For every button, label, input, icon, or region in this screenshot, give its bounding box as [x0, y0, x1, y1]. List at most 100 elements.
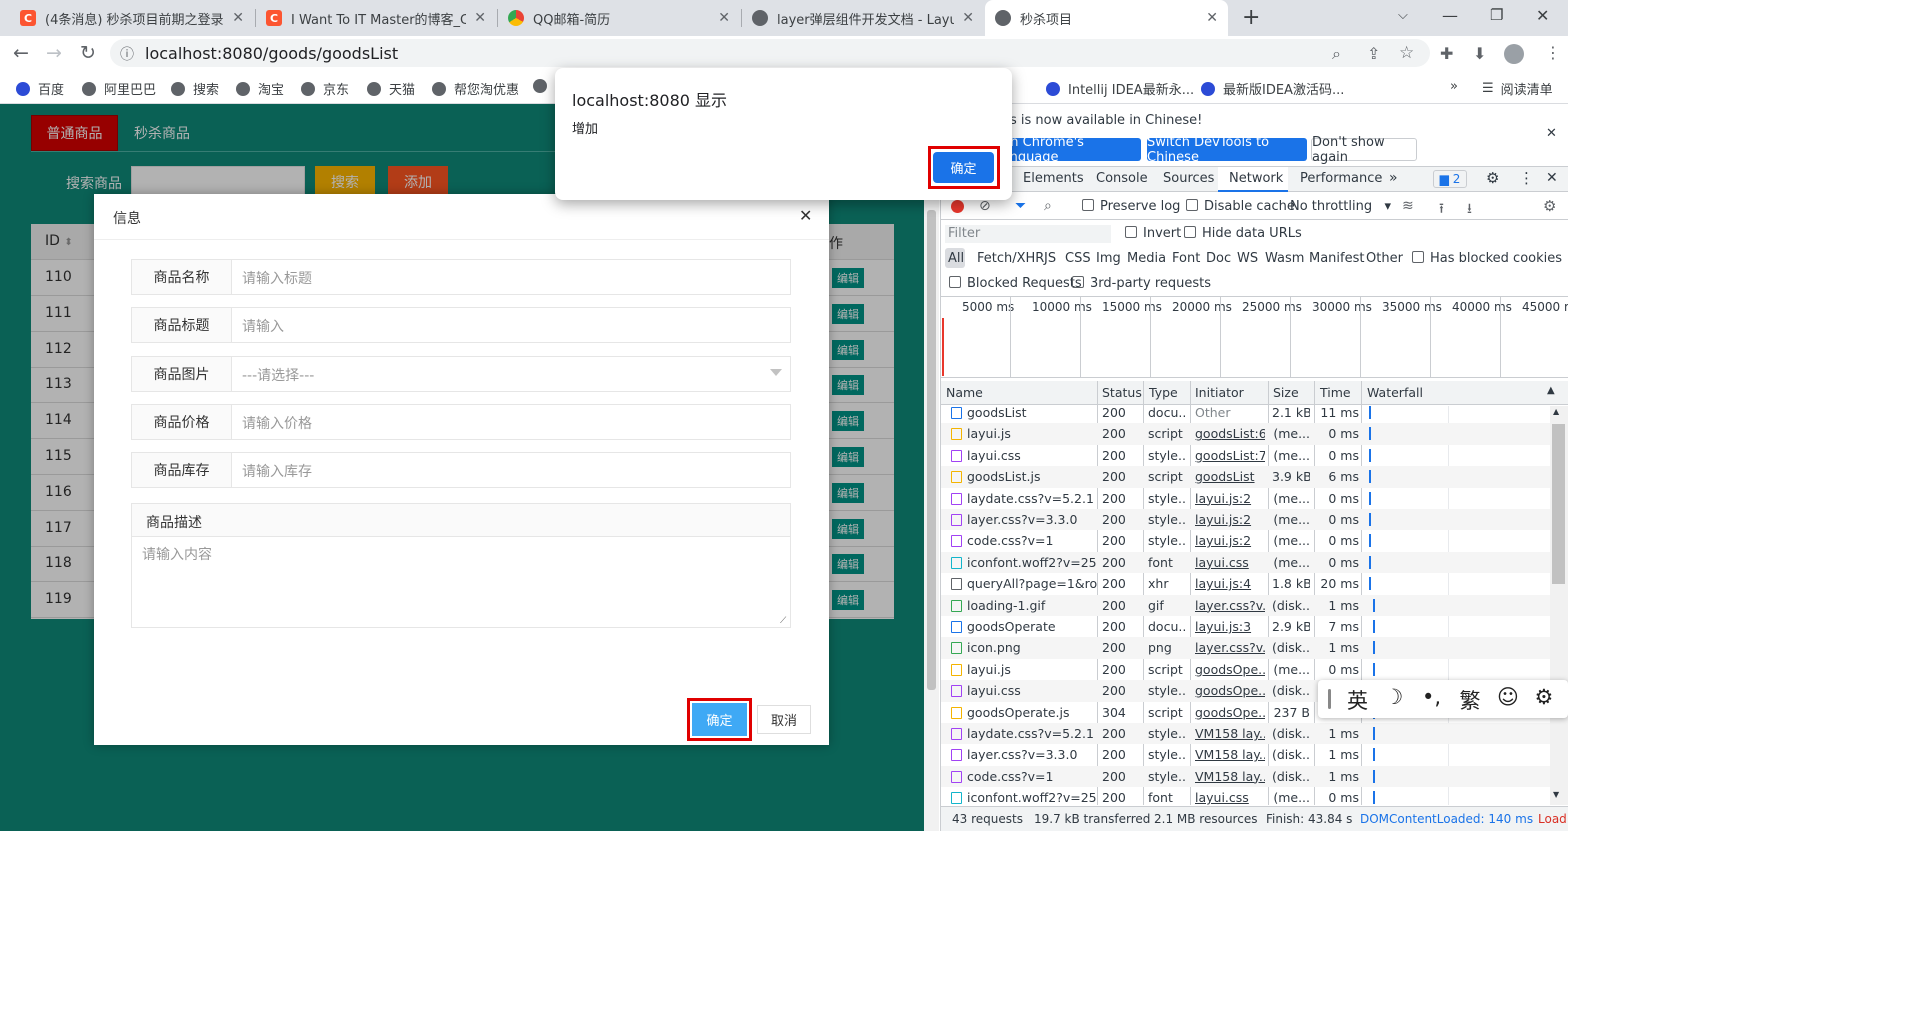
- issues-badge[interactable]: ▆ 2: [1433, 170, 1467, 188]
- menu-icon[interactable]: ⋮: [1545, 43, 1561, 62]
- type-filter-fetchxhr[interactable]: Fetch/XHR: [977, 251, 1044, 266]
- request-row[interactable]: loading-1.gif 200 gif layer.css?v... (disk..…: [941, 594, 1568, 616]
- request-row[interactable]: code.css?v=1 200 style... layui.js:2 (me... 0…: [941, 530, 1568, 551]
- record-icon[interactable]: [951, 200, 964, 213]
- request-row[interactable]: laydate.css?v=5.2.1 200 style... VM158 lay.…: [941, 723, 1568, 745]
- page-scrollbar-thumb[interactable]: [927, 210, 936, 690]
- scroll-up-icon[interactable]: ▲: [1553, 407, 1559, 416]
- bookmark-item[interactable]: 搜索: [171, 79, 219, 98]
- goods-stock-input[interactable]: 请输入库存: [242, 461, 312, 481]
- bookmark-star-icon[interactable]: ☆: [1399, 43, 1414, 63]
- request-initiator[interactable]: Other: [1195, 405, 1265, 420]
- ime-moon-icon[interactable]: ☽: [1385, 685, 1404, 709]
- panel-tab-performance[interactable]: Performance: [1300, 171, 1382, 186]
- request-initiator[interactable]: goodsOpe...: [1195, 683, 1265, 698]
- disable-cache-checkbox[interactable]: Disable cache: [1186, 199, 1295, 214]
- bookmark-item[interactable]: 帮您淘优惠: [432, 79, 519, 98]
- devtools-close-icon[interactable]: ✕: [1546, 170, 1558, 186]
- sort-up-icon[interactable]: ▲: [1547, 385, 1555, 396]
- ime-lang-icon[interactable]: 英: [1347, 685, 1368, 715]
- maximize-icon[interactable]: ❐: [1490, 6, 1503, 24]
- desc-textarea[interactable]: 请输入内容: [142, 544, 212, 564]
- bookmark-item[interactable]: Intellij IDEA最新永...: [1046, 79, 1194, 98]
- throttling-select[interactable]: No throttling ▾: [1290, 199, 1391, 214]
- filter-icon[interactable]: ⏷: [1015, 198, 1026, 214]
- request-initiator[interactable]: goodsOpe...: [1195, 662, 1265, 677]
- devtools-ext-icon[interactable]: ⬇: [1473, 44, 1486, 63]
- request-row[interactable]: queryAll?page=1&ro... 200 xhr layui.js:4 1.8…: [941, 573, 1568, 594]
- close-icon[interactable]: ✕: [474, 10, 486, 26]
- panel-tab-more[interactable]: »: [1389, 170, 1398, 186]
- request-row[interactable]: layer.css?v=3.3.0 200 style... VM158 lay...…: [941, 744, 1568, 765]
- request-row[interactable]: iconfont.woff2?v=256 200 font layui.css (me.…: [941, 551, 1568, 574]
- caret-down-icon[interactable]: [770, 369, 782, 376]
- request-initiator[interactable]: goodsOpe...: [1195, 705, 1265, 720]
- switch-language-button[interactable]: tch Chrome's language: [998, 135, 1141, 165]
- type-filter-other[interactable]: Other: [1366, 251, 1403, 266]
- network-scrollbar-thumb[interactable]: [1552, 424, 1565, 584]
- infobar-close-icon[interactable]: ✕: [1546, 126, 1557, 141]
- switch-devtools-button[interactable]: Switch DevTools to Chinese: [1147, 135, 1307, 165]
- zoom-icon[interactable]: ⌕: [1332, 44, 1341, 64]
- resize-handle-icon[interactable]: ⟋: [780, 616, 786, 626]
- request-initiator[interactable]: layui.js:2: [1195, 533, 1265, 548]
- clear-icon[interactable]: ⊘: [979, 198, 991, 214]
- forward-icon[interactable]: →: [46, 42, 62, 64]
- column-header-initiator[interactable]: Initiator: [1195, 385, 1244, 400]
- request-initiator[interactable]: goodsList: [1195, 469, 1265, 484]
- url-text[interactable]: localhost:8080/goods/goodsList: [145, 44, 398, 63]
- dialog-confirm-button[interactable]: 确定: [692, 703, 747, 736]
- minimize-icon[interactable]: —: [1442, 6, 1458, 25]
- back-icon[interactable]: ←: [13, 42, 29, 64]
- request-row[interactable]: layui.js 200 script goodsList:6 (me... 0 ms: [941, 423, 1568, 445]
- devtools-menu-icon[interactable]: ⋮: [1519, 169, 1534, 187]
- type-filter-css[interactable]: CSS: [1065, 251, 1091, 266]
- browser-tab-active[interactable]: 秒杀项目 ✕: [985, 0, 1228, 36]
- request-row[interactable]: layer.css?v=3.3.0 200 style... layui.js:2 (m…: [941, 509, 1568, 531]
- network-conditions-icon[interactable]: ≋: [1402, 198, 1414, 214]
- invert-checkbox[interactable]: Invert: [1125, 226, 1181, 241]
- request-initiator[interactable]: layui.css: [1195, 555, 1265, 570]
- bookmark-item[interactable]: 淘宝: [236, 79, 284, 98]
- bookmarks-more[interactable]: »: [1450, 79, 1458, 94]
- ime-traditional-icon[interactable]: 繁: [1460, 685, 1481, 715]
- goods-name-input[interactable]: 请输入标题: [242, 268, 312, 288]
- panel-tab-sources[interactable]: Sources: [1163, 171, 1214, 186]
- type-filter-media[interactable]: Media: [1127, 251, 1166, 266]
- goods-title-input[interactable]: 请输入: [242, 316, 284, 336]
- close-icon[interactable]: ✕: [718, 10, 730, 26]
- request-initiator[interactable]: VM158 lay...: [1195, 747, 1265, 762]
- bookmark-item[interactable]: 京东: [301, 79, 349, 98]
- type-filter-js[interactable]: JS: [1044, 251, 1056, 266]
- new-tab-button[interactable]: +: [1242, 5, 1260, 30]
- close-icon[interactable]: ✕: [962, 10, 974, 26]
- column-header-waterfall[interactable]: Waterfall: [1367, 385, 1423, 400]
- panel-tab-console[interactable]: Console: [1096, 171, 1148, 186]
- dont-show-button[interactable]: Don't show again: [1311, 135, 1417, 165]
- request-initiator[interactable]: layui.js:4: [1195, 576, 1265, 591]
- ime-emoji-icon[interactable]: ☺: [1497, 685, 1519, 709]
- third-party-checkbox[interactable]: 3rd-party requests: [1072, 276, 1211, 291]
- import-har-icon[interactable]: ⭱: [1439, 198, 1444, 222]
- preserve-log-checkbox[interactable]: Preserve log: [1082, 199, 1180, 214]
- dialog-cancel-button[interactable]: 取消: [757, 705, 811, 734]
- close-icon[interactable]: ✕: [1206, 10, 1218, 26]
- request-row[interactable]: laydate.css?v=5.2.1 200 style... layui.js:2…: [941, 488, 1568, 509]
- request-row[interactable]: goodsList.js 200 script goodsList 3.9 kB 6 ms: [941, 466, 1568, 488]
- request-initiator[interactable]: goodsList:7: [1195, 448, 1265, 463]
- type-filter-manifest[interactable]: Manifest: [1309, 251, 1364, 266]
- request-initiator[interactable]: layui.js:2: [1195, 512, 1265, 527]
- column-header-status[interactable]: Status: [1102, 385, 1142, 400]
- bookmark-item[interactable]: [533, 79, 555, 93]
- request-initiator[interactable]: VM158 lay...: [1195, 769, 1265, 784]
- request-row[interactable]: layui.js 200 script goodsOpe... (me... 0 ms: [941, 659, 1568, 680]
- blocked-requests-checkbox[interactable]: Blocked Requests: [949, 276, 1082, 291]
- type-filter-ws[interactable]: WS: [1237, 251, 1258, 266]
- avatar[interactable]: [1504, 44, 1524, 64]
- browser-tab[interactable]: QQ邮箱-简历 ✕: [498, 0, 740, 36]
- panel-tab-network[interactable]: Network: [1229, 171, 1283, 186]
- request-initiator[interactable]: layer.css?v...: [1195, 640, 1265, 655]
- info-icon[interactable]: ⓘ: [120, 44, 134, 64]
- settings-gear-icon[interactable]: ⚙: [1486, 169, 1499, 187]
- request-row[interactable]: goodsList 200 docu... Other 2.1 kB 11 ms: [941, 402, 1568, 423]
